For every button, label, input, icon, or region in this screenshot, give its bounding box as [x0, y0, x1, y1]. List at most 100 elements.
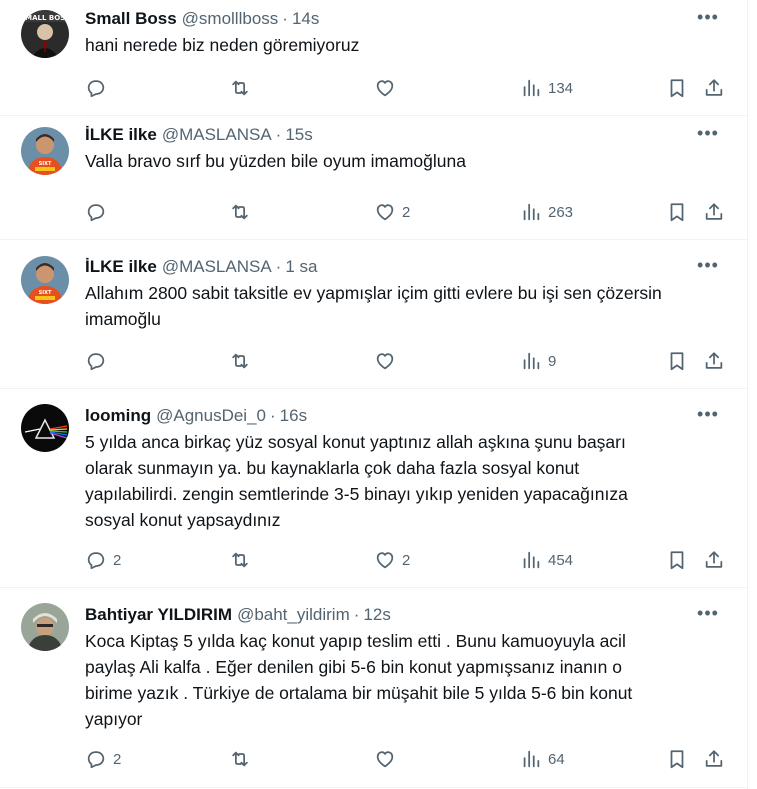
view-count: 454	[548, 551, 574, 569]
tweet-text: 5 yılda anca birkaç yüz sosyal konut yap…	[85, 432, 628, 530]
views-chart-icon	[523, 203, 540, 221]
bookmark-button[interactable]	[666, 748, 688, 770]
tweet[interactable]: looming @AgnusDei_0 · 16s ••• 5 yılda an…	[0, 389, 747, 588]
tweet-text: hani nerede biz neden göremiyoruz	[85, 35, 360, 55]
user-handle[interactable]: @smolllboss	[182, 9, 279, 29]
timestamp[interactable]: 14s	[292, 9, 319, 29]
svg-text:SIXT: SIXT	[39, 161, 52, 167]
more-options-icon[interactable]: •••	[693, 8, 723, 30]
user-handle[interactable]: @MASLANSA	[162, 257, 272, 277]
tweet-text: Valla bravo sırf bu yüzden bile oyum ima…	[85, 151, 466, 171]
svg-text:SMALL BOSS: SMALL BOSS	[21, 14, 69, 22]
small-boss-avatar-icon: SMALL BOSS	[21, 10, 69, 58]
display-name[interactable]: Small Boss	[85, 9, 177, 29]
like-count: 2	[402, 551, 411, 569]
like-button[interactable]	[374, 77, 402, 99]
retweet-icon	[232, 353, 248, 369]
timestamp[interactable]: 1 sa	[285, 257, 317, 277]
ilke-avatar-icon: SIXT	[21, 256, 69, 304]
svg-text:SIXT: SIXT	[39, 290, 52, 296]
display-name[interactable]: İLKE ilke	[85, 257, 157, 277]
timestamp[interactable]: 15s	[285, 125, 312, 145]
retweet-button[interactable]	[229, 549, 257, 571]
display-name[interactable]: İLKE ilke	[85, 125, 157, 145]
view-count: 9	[548, 352, 557, 370]
reply-button[interactable]: 2	[85, 748, 121, 770]
like-button[interactable]: 2	[374, 549, 410, 571]
share-icon	[705, 551, 723, 568]
retweet-icon	[232, 80, 248, 96]
bookmark-button[interactable]	[666, 350, 688, 372]
share-icon	[705, 352, 723, 369]
separator: ·	[282, 9, 288, 28]
separator: ·	[270, 406, 276, 425]
tweet[interactable]: Bahtiyar YILDIRIM @baht_yildirim · 12s •…	[0, 588, 747, 788]
retweet-button[interactable]	[229, 77, 257, 99]
reply-count: 2	[113, 551, 122, 569]
separator: ·	[275, 125, 282, 144]
retweet-button[interactable]	[229, 201, 257, 223]
retweet-icon	[232, 204, 248, 220]
user-handle[interactable]: @baht_yildirim	[237, 605, 350, 625]
views-button[interactable]: 64	[520, 748, 565, 770]
tweet[interactable]: SIXT İLKE ilke @MASLANSA · 1 sa ••• Alla…	[0, 240, 747, 389]
tweet-feed: SMALL BOSS Small Boss @smolllboss · 14s …	[0, 0, 748, 789]
reply-icon	[87, 353, 105, 371]
heart-icon	[376, 204, 394, 221]
display-name[interactable]: looming	[85, 406, 151, 426]
more-options-icon[interactable]: •••	[693, 124, 723, 146]
share-button[interactable]	[703, 549, 725, 571]
bookmark-icon	[670, 203, 684, 222]
like-count: 2	[402, 203, 411, 221]
tweet[interactable]: SMALL BOSS Small Boss @smolllboss · 14s …	[0, 0, 747, 116]
reply-button[interactable]	[85, 77, 113, 99]
bookmark-button[interactable]	[666, 77, 688, 99]
views-button[interactable]: 134	[520, 77, 573, 99]
retweet-button[interactable]	[229, 748, 257, 770]
views-button[interactable]: 454	[520, 549, 573, 571]
views-button[interactable]: 9	[520, 350, 556, 372]
more-options-icon[interactable]: •••	[693, 405, 723, 427]
views-chart-icon	[523, 79, 540, 97]
views-button[interactable]: 263	[520, 201, 573, 223]
user-handle[interactable]: @AgnusDei_0	[156, 406, 266, 426]
avatar[interactable]: SMALL BOSS	[21, 10, 69, 58]
share-button[interactable]	[703, 77, 725, 99]
view-count: 263	[548, 203, 574, 221]
reply-button[interactable]: 2	[85, 549, 121, 571]
more-options-icon[interactable]: •••	[693, 256, 723, 278]
tweet[interactable]: SIXT İLKE ilke @MASLANSA · 15s ••• Valla…	[0, 116, 747, 240]
reply-button[interactable]	[85, 201, 113, 223]
heart-icon	[376, 552, 394, 569]
reply-icon	[87, 552, 105, 570]
avatar[interactable]: SIXT	[21, 256, 69, 304]
share-button[interactable]	[703, 748, 725, 770]
separator: ·	[275, 257, 282, 276]
user-handle[interactable]: @MASLANSA	[162, 125, 272, 145]
retweet-icon	[232, 552, 248, 568]
views-chart-icon	[523, 750, 540, 768]
display-name[interactable]: Bahtiyar YILDIRIM	[85, 605, 232, 625]
like-button[interactable]	[374, 350, 402, 372]
view-count: 134	[548, 79, 574, 97]
retweet-button[interactable]	[229, 350, 257, 372]
views-chart-icon	[523, 551, 540, 569]
prism-avatar-icon	[21, 404, 69, 452]
share-button[interactable]	[703, 201, 725, 223]
like-button[interactable]	[374, 748, 402, 770]
timestamp[interactable]: 12s	[363, 605, 390, 625]
heart-icon	[376, 80, 394, 97]
avatar[interactable]	[21, 603, 69, 651]
like-button[interactable]: 2	[374, 201, 410, 223]
avatar[interactable]	[21, 404, 69, 452]
more-options-icon[interactable]: •••	[693, 604, 723, 626]
share-button[interactable]	[703, 350, 725, 372]
retweet-icon	[232, 751, 248, 767]
bookmark-button[interactable]	[666, 201, 688, 223]
heart-icon	[376, 353, 394, 370]
avatar[interactable]: SIXT	[21, 127, 69, 175]
bookmark-button[interactable]	[666, 549, 688, 571]
timestamp[interactable]: 16s	[280, 406, 307, 426]
tweet-text: Koca Kiptaş 5 yılda kaç konut yapıp tesl…	[85, 631, 633, 729]
reply-button[interactable]	[85, 350, 113, 372]
